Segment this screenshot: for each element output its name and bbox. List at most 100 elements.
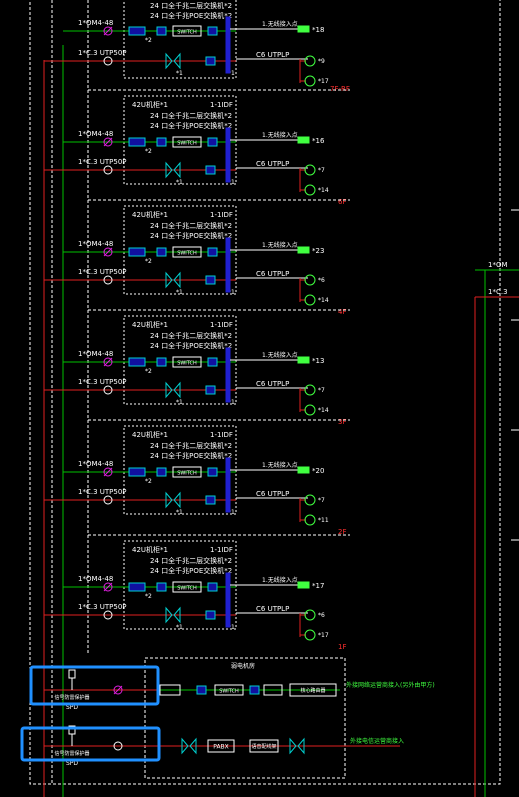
fiber-cable-label: 1*OM4-48 — [78, 19, 113, 27]
floor-label: 1F — [338, 643, 346, 651]
floor-label: 6F — [338, 198, 346, 206]
module-count-top: *2 — [145, 368, 152, 375]
optical-module — [156, 467, 167, 477]
riser-diagram-canvas: 24 口全千兆二层交换机*2 24 口全千兆POE交换机*2 1*OM4-48 SWI… — [0, 0, 519, 797]
ap-count: *20 — [312, 467, 324, 475]
spd-1-icon — [68, 669, 76, 679]
uplink-module — [207, 137, 218, 147]
fiber-cable-label: 1*OM4-48 — [78, 575, 113, 583]
fiber-odf-module — [128, 357, 146, 367]
bus-bar — [225, 237, 231, 293]
outlet-type-label: C6 UTPLP — [256, 605, 289, 613]
ap-outlet-icon — [297, 136, 310, 144]
optical-module — [156, 137, 167, 147]
fiber-cable-label: 1*OM4-48 — [78, 130, 113, 138]
ap-count: *17 — [312, 582, 324, 590]
ap-label: 1.无线接入点 — [262, 461, 298, 469]
optical-module — [156, 357, 167, 367]
outlet-b-count: *11 — [318, 517, 329, 524]
patch-count-label: *1 — [176, 509, 183, 516]
uplink-module — [207, 26, 218, 36]
ap-count: *16 — [312, 137, 325, 145]
fiber-odf-module — [128, 582, 146, 592]
outlet-type-label: C6 UTPLP — [256, 51, 289, 59]
fiber-odf-module — [128, 137, 146, 147]
external-voice-text: 外接电信运营商接入 — [350, 737, 404, 745]
switch-desc-1: 24 口全千兆二层交换机*2 — [150, 331, 232, 340]
switch-desc-1: 24 口全千兆二层交换机*2 — [150, 441, 232, 450]
ap-outlet-icon — [297, 25, 310, 33]
switch-desc-2: 24 口全千兆POE交换机*2 — [150, 341, 232, 350]
data-outlet-a-icon — [304, 55, 316, 67]
outlet-b-count: *17 — [318, 78, 329, 85]
patch-count-label: *1 — [176, 624, 183, 631]
module-count-top: *2 — [145, 478, 152, 485]
data-outlet-a-icon — [304, 164, 316, 176]
data-outlet-b-icon — [304, 75, 316, 87]
switch-label: SWITCH — [177, 586, 197, 592]
outlet-a-count: *6 — [318, 612, 325, 619]
ap-label: 1.无线接入点 — [262, 576, 298, 584]
bus-bar — [225, 347, 231, 403]
fiber-cable-label: 1*OM4-48 — [78, 240, 113, 248]
ap-label: 1.无线接入点 — [262, 351, 298, 359]
switch-desc-1: 24 口全千兆二层交换机*2 — [150, 111, 232, 120]
patch-count-label: *1 — [176, 70, 183, 77]
data-outlet-a-icon — [304, 384, 316, 396]
outlet-type-label: C6 UTPLP — [256, 380, 289, 388]
ap-outlet-icon — [297, 466, 310, 474]
cabinet-title: 42U机柜*1 — [132, 100, 168, 109]
floor-label: 7F-RF — [330, 85, 350, 93]
equipment-room-title: 弱电机房 — [231, 662, 255, 670]
optical-module — [156, 26, 167, 36]
cabinet-id: 1-1IDF — [210, 101, 233, 109]
core-switch-label: SWITCH — [219, 689, 239, 695]
switch-label: SWITCH — [177, 141, 197, 147]
ap-outlet-icon — [297, 581, 310, 589]
switch-desc-1: 24 口全千兆二层交换机*2 — [150, 556, 232, 565]
patch-count-label: *1 — [176, 179, 183, 186]
external-data-text: 外接网络运营商接入(另外由甲方) — [346, 681, 435, 689]
module-count-top: *2 — [145, 37, 152, 44]
copper-cable-label: 1*C.3 UTP50P — [78, 603, 127, 611]
outlet-a-count: *7 — [318, 387, 325, 394]
switch-label: SWITCH — [177, 361, 197, 367]
switch-desc-2: 24 口全千兆POE交换机*2 — [150, 231, 232, 240]
ap-outlet-icon — [297, 246, 310, 254]
optical-module — [156, 247, 167, 257]
fiber-odf-module — [128, 26, 146, 36]
switch-desc-2: 24 口全千兆POE交换机*2 — [150, 566, 232, 575]
data-outlet-a-icon — [304, 494, 316, 506]
uplink-module — [207, 247, 218, 257]
switch-desc-2: 24 口全千兆POE交换机*2 — [150, 451, 232, 460]
voice-patch-label: 语音配线架 — [251, 743, 276, 750]
cabinet-id: 1-1IDF — [210, 431, 233, 439]
bus-bar — [225, 572, 231, 628]
data-outlet-b-icon — [304, 404, 316, 416]
switch-desc-1: 24 口全千兆二层交换机*2 — [150, 1, 232, 10]
copper-module — [205, 56, 216, 66]
bus-bar — [225, 16, 231, 74]
copper-module — [205, 495, 216, 505]
outlet-b-count: *14 — [318, 187, 329, 194]
ap-count: *23 — [312, 247, 324, 255]
outlet-a-count: *7 — [318, 497, 325, 504]
copper-cable-label: 1*C.3 UTP50P — [78, 378, 127, 386]
data-outlet-b-icon — [304, 514, 316, 526]
outlet-b-count: *14 — [318, 407, 329, 414]
cabinet-title: 42U机柜*1 — [132, 545, 168, 554]
switch-desc-2: 24 口全千兆POE交换机*2 — [150, 121, 232, 130]
copper-cable-label: 1*C.3 UTP50P — [78, 488, 127, 496]
copper-module — [205, 610, 216, 620]
data-outlet-b-icon — [304, 294, 316, 306]
ap-outlet-icon — [297, 356, 310, 364]
outlet-a-count: *6 — [318, 277, 325, 284]
cabinet-title: 42U机柜*1 — [132, 320, 168, 329]
ap-label: 1.无线接入点 — [262, 131, 298, 139]
outlet-a-count: *7 — [318, 167, 325, 174]
cabinet-id: 1-1IDF — [210, 546, 233, 554]
outlet-b-count: *14 — [318, 297, 329, 304]
fiber-cable-label: 1*OM4-48 — [78, 350, 113, 358]
bus-bar — [225, 127, 231, 183]
core-module-1 — [196, 685, 207, 695]
